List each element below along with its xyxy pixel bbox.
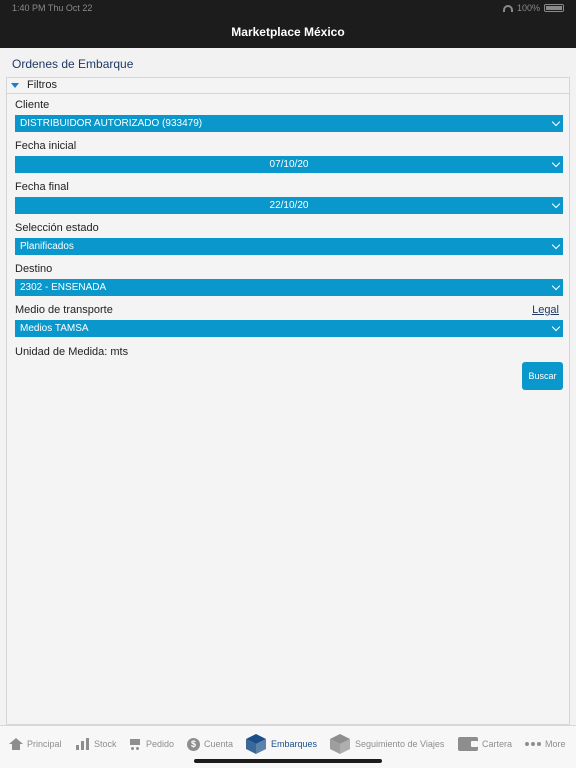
buscar-button[interactable]: Buscar — [522, 362, 563, 390]
estado-value: Planificados — [20, 241, 74, 252]
chevron-down-icon — [551, 240, 561, 250]
fecha-inicial-select[interactable]: 07/10/20 — [15, 156, 563, 173]
tab-embarques[interactable]: Embarques — [245, 731, 317, 757]
status-right: 100% — [502, 3, 564, 13]
cliente-select[interactable]: DISTRIBUIDOR AUTORIZADO (933479) — [15, 115, 563, 132]
box-icon — [330, 734, 350, 754]
filters-panel: Filtros Cliente DISTRIBUIDOR AUTORIZADO … — [6, 77, 570, 725]
box-icon — [246, 734, 266, 754]
destino-select[interactable]: 2302 - ENSENADA — [15, 279, 563, 296]
home-icon — [9, 738, 23, 750]
tab-label: Cartera — [482, 739, 513, 749]
chevron-down-icon — [551, 322, 561, 332]
chevron-down-icon — [551, 281, 561, 291]
stock-icon — [76, 738, 90, 750]
fecha-inicial-value: 07/10/20 — [269, 159, 309, 170]
tab-label: Pedido — [146, 739, 175, 749]
estado-label: Selección estado — [15, 222, 99, 234]
divider — [7, 93, 569, 94]
filters-header-label: Filtros — [27, 79, 57, 91]
status-time: 1:40 PM — [12, 3, 46, 13]
tab-more[interactable]: More — [525, 734, 566, 754]
status-bar: 1:40 PM Thu Oct 22 100% — [0, 0, 576, 16]
destino-value: 2302 - ENSENADA — [20, 282, 107, 293]
tab-principal[interactable]: Principal — [9, 734, 62, 754]
dollar-icon: $ — [187, 737, 200, 751]
disclosure-triangle-icon — [11, 83, 19, 88]
chevron-down-icon — [551, 158, 561, 168]
estado-select[interactable]: Planificados — [15, 238, 563, 255]
tab-seguimiento[interactable]: Seguimiento de Viajes — [329, 731, 444, 757]
fecha-final-value: 22/10/20 — [269, 200, 309, 211]
transporte-label: Medio de transporte — [15, 304, 113, 316]
tab-pedido[interactable]: Pedido — [128, 734, 174, 754]
unidad-medida: Unidad de Medida: mts — [15, 346, 129, 358]
more-icon — [525, 742, 541, 746]
fecha-inicial-label: Fecha inicial — [15, 140, 77, 152]
tab-cartera[interactable]: Cartera — [458, 734, 512, 754]
destino-label: Destino — [15, 263, 53, 275]
chevron-down-icon — [551, 117, 561, 127]
fecha-final-select[interactable]: 22/10/20 — [15, 197, 563, 214]
transporte-value: Medios TAMSA — [20, 323, 89, 334]
transporte-select[interactable]: Medios TAMSA — [15, 320, 563, 337]
cliente-label: Cliente — [15, 99, 50, 111]
status-date: Thu Oct 22 — [47, 3, 93, 13]
tab-label: More — [545, 739, 566, 749]
status-time-date: 1:40 PM Thu Oct 22 — [12, 3, 92, 13]
tab-label: Seguimiento de Viajes — [355, 739, 445, 749]
tab-label: Cuenta — [204, 739, 234, 749]
tab-label: Stock — [94, 739, 117, 749]
home-indicator[interactable] — [194, 759, 382, 763]
tab-cuenta[interactable]: $ Cuenta — [187, 734, 233, 754]
cliente-value: DISTRIBUIDOR AUTORIZADO (933479) — [20, 118, 203, 129]
cart-icon — [128, 738, 142, 750]
tab-stock[interactable]: Stock — [76, 734, 117, 754]
battery-percent: 100% — [516, 3, 540, 13]
filters-toggle[interactable]: Filtros — [7, 78, 569, 94]
battery-icon — [544, 4, 564, 12]
page-title: Ordenes de Embarque — [12, 57, 134, 71]
legal-link[interactable]: Legal — [532, 304, 559, 316]
tab-label: Embarques — [271, 739, 318, 749]
fecha-final-label: Fecha final — [15, 181, 69, 193]
app-title: Marketplace México — [0, 16, 576, 48]
wifi-icon — [502, 4, 513, 12]
tab-label: Principal — [27, 739, 62, 749]
wallet-icon — [458, 737, 478, 751]
chevron-down-icon — [551, 199, 561, 209]
